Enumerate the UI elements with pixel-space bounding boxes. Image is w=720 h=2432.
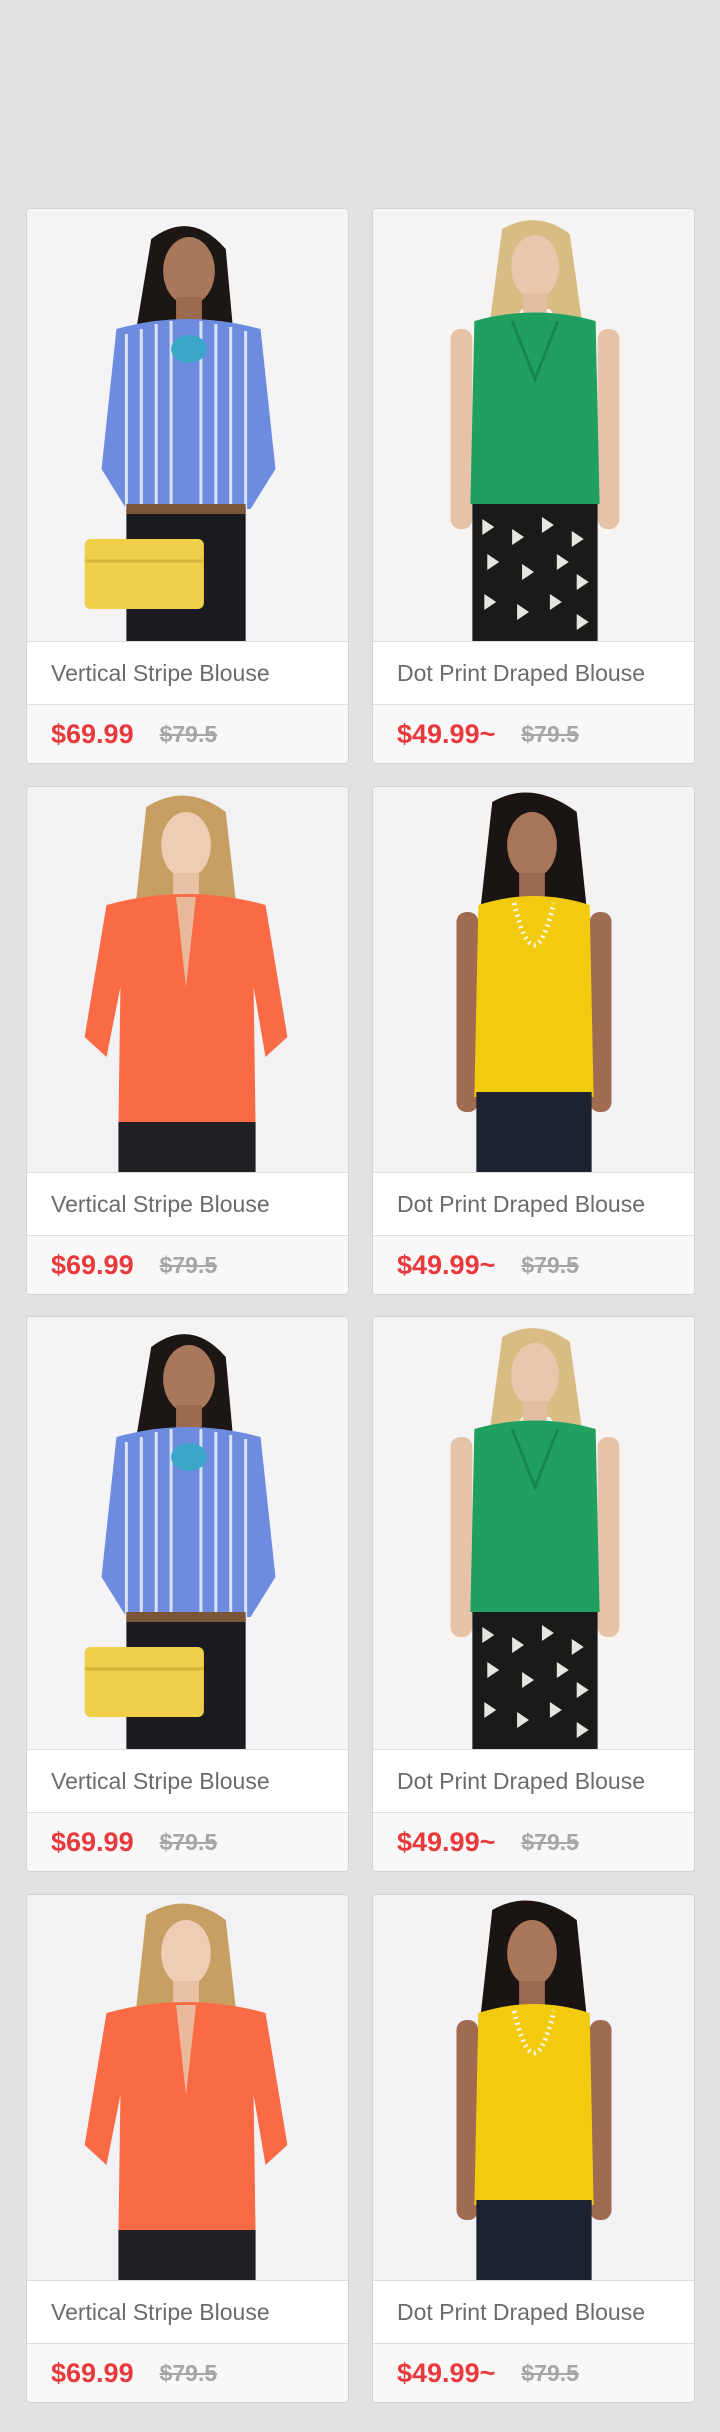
product-name[interactable]: Dot Print Draped Blouse [397,660,645,687]
product-name[interactable]: Dot Print Draped Blouse [397,1191,645,1218]
product-price: $69.99 [51,1826,134,1857]
product-card[interactable]: Vertical Stripe Blouse $69.99 $79.5 [26,208,349,764]
product-name[interactable]: Vertical Stripe Blouse [51,1768,270,1795]
product-card[interactable]: Vertical Stripe Blouse $69.99 $79.5 [26,786,349,1295]
product-price-bar: $69.99 $79.5 [27,705,348,763]
product-original-price: $79.5 [521,720,579,747]
product-original-price: $79.5 [521,2359,579,2386]
product-original-price: $79.5 [159,2359,218,2386]
product-photo-coral-blouse[interactable] [27,1895,348,2280]
product-photo-yellow-blouse[interactable] [373,1895,694,2280]
product-card[interactable]: Dot Print Draped Blouse $49.99~ $79.5 [372,1316,695,1872]
product-card[interactable]: Dot Print Draped Blouse $49.99~ $79.5 [372,1894,695,2403]
product-photo-green-blouse[interactable] [373,209,694,641]
product-photo-yellow-blouse[interactable] [373,787,694,1172]
product-price: $69.99 [51,2357,134,2388]
product-name-bar: Dot Print Draped Blouse [373,1749,694,1813]
product-name-bar: Vertical Stripe Blouse [27,641,348,705]
product-price: $49.99~ [397,2357,496,2388]
product-name-bar: Dot Print Draped Blouse [373,641,694,705]
product-name-bar: Vertical Stripe Blouse [27,2280,348,2344]
product-name[interactable]: Dot Print Draped Blouse [397,1768,645,1795]
product-name-bar: Vertical Stripe Blouse [27,1172,348,1236]
product-original-price: $79.5 [521,1251,579,1278]
product-price: $69.99 [51,718,134,749]
product-name[interactable]: Vertical Stripe Blouse [51,2299,270,2326]
product-name-bar: Dot Print Draped Blouse [373,1172,694,1236]
product-name-bar: Vertical Stripe Blouse [27,1749,348,1813]
product-card[interactable]: Vertical Stripe Blouse $69.99 $79.5 [26,1316,349,1872]
product-card[interactable]: Dot Print Draped Blouse $49.99~ $79.5 [372,208,695,764]
product-photo-stripe-blouse[interactable] [27,1317,348,1749]
product-name[interactable]: Vertical Stripe Blouse [51,1191,270,1218]
product-price: $69.99 [51,1249,134,1280]
product-price-bar: $49.99~ $79.5 [373,1813,694,1871]
product-price: $49.99~ [397,1826,496,1857]
product-price-bar: $69.99 $79.5 [27,1236,348,1294]
product-photo-stripe-blouse[interactable] [27,209,348,641]
product-photo-green-blouse[interactable] [373,1317,694,1749]
product-card[interactable]: Dot Print Draped Blouse $49.99~ $79.5 [372,786,695,1295]
product-original-price: $79.5 [159,1251,218,1278]
product-name[interactable]: Vertical Stripe Blouse [51,660,270,687]
product-original-price: $79.5 [159,720,218,747]
product-price-bar: $69.99 $79.5 [27,1813,348,1871]
product-price-bar: $49.99~ $79.5 [373,1236,694,1294]
product-grid-page: Vertical Stripe Blouse $69.99 $79.5 Dot … [0,0,720,2432]
product-photo-coral-blouse[interactable] [27,787,348,1172]
product-price-bar: $49.99~ $79.5 [373,705,694,763]
product-price-bar: $69.99 $79.5 [27,2344,348,2402]
product-price: $49.99~ [397,1249,496,1280]
product-price: $49.99~ [397,718,496,749]
product-card[interactable]: Vertical Stripe Blouse $69.99 $79.5 [26,1894,349,2403]
product-name-bar: Dot Print Draped Blouse [373,2280,694,2344]
product-price-bar: $49.99~ $79.5 [373,2344,694,2402]
product-original-price: $79.5 [521,1828,579,1855]
product-original-price: $79.5 [159,1828,218,1855]
product-name[interactable]: Dot Print Draped Blouse [397,2299,645,2326]
